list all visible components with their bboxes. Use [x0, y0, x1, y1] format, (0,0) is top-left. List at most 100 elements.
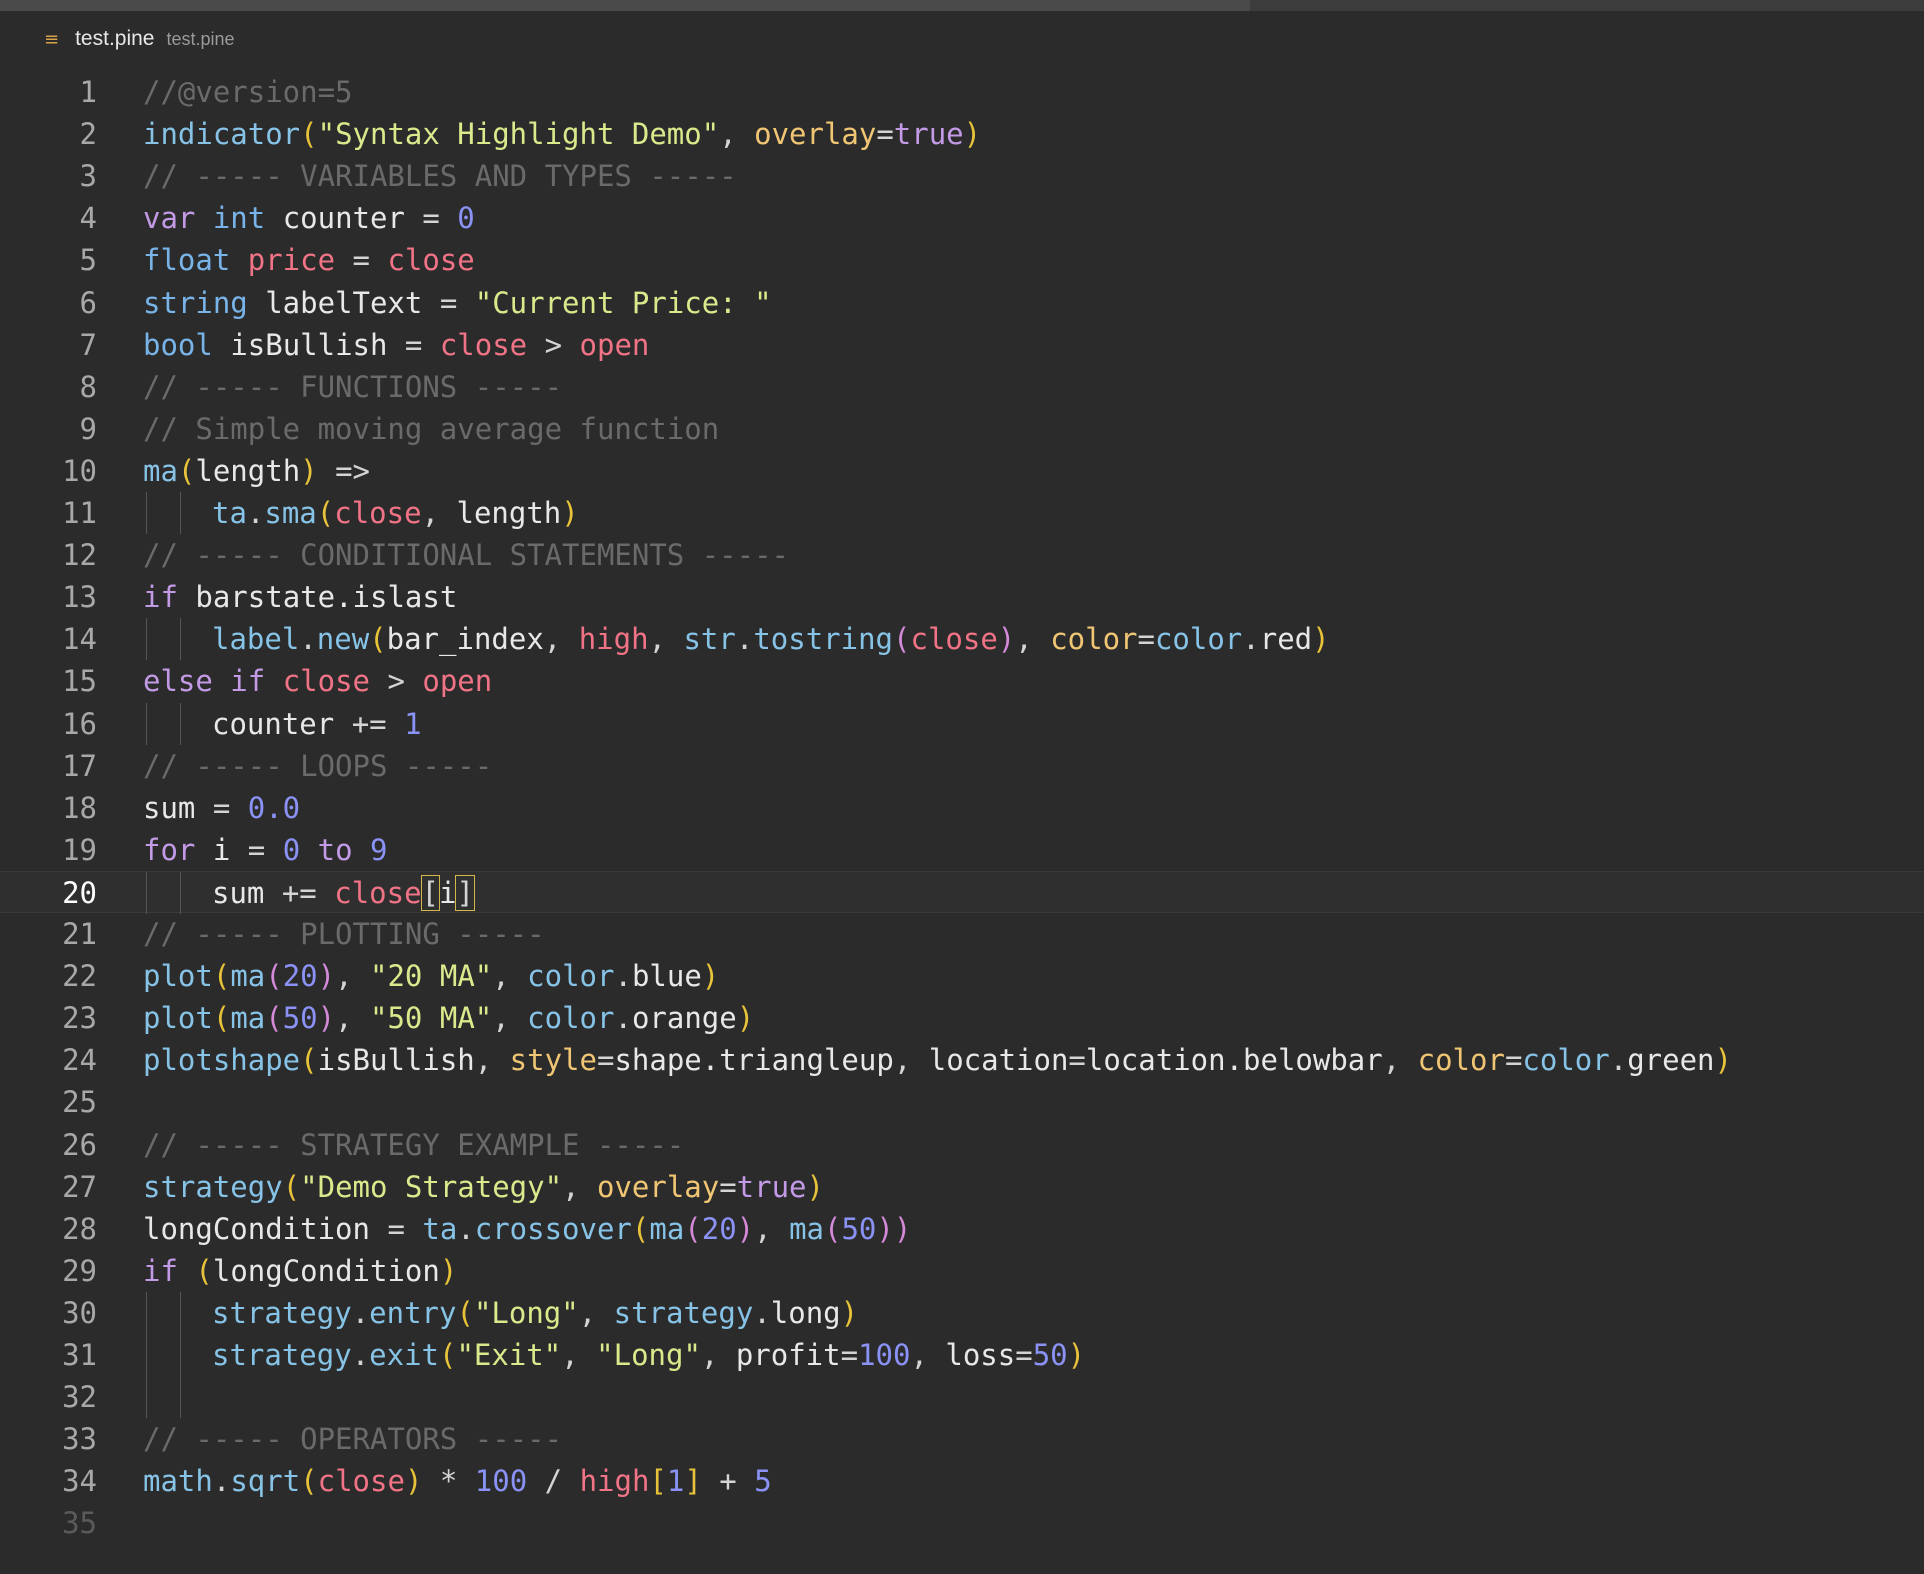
code-token: close [910, 622, 998, 657]
indent-guide [180, 618, 181, 661]
code-line[interactable]: 7 bool isBullish = close > open [0, 324, 1924, 366]
code-token: ) [840, 1295, 859, 1330]
code-line[interactable]: 31 strategy.exit("Exit", "Long", profit=1… [0, 1334, 1924, 1376]
code-token: ta [422, 1211, 458, 1246]
code-text: counter += 1 [212, 703, 422, 745]
code-line[interactable]: 21 // ----- PLOTTING ----- [0, 913, 1924, 955]
code-line[interactable]: 32 [0, 1376, 1924, 1419]
code-line[interactable]: 8 // ----- FUNCTIONS ----- [0, 366, 1924, 408]
code-text: // ----- STRATEGY EXAMPLE ----- [143, 1124, 684, 1166]
line-number: 11 [62, 496, 97, 530]
code-text: math.sqrt(close) * 100 / high[1] + 5 [143, 1460, 772, 1502]
code-token: // ----- STRATEGY EXAMPLE ----- [143, 1127, 685, 1162]
code-token: ( [456, 1295, 474, 1330]
tab-test-pine[interactable]: ≡ test.pine test.pine [0, 11, 235, 67]
code-line[interactable]: 17 // ----- LOOPS ----- [0, 745, 1924, 787]
line-number: 27 [62, 1169, 97, 1204]
code-text: plotshape(isBullish, style=shape.triangl… [143, 1039, 1732, 1081]
code-token: color [1522, 1043, 1610, 1078]
code-line[interactable]: 24 plotshape(isBullish, style=shape.trian… [0, 1039, 1924, 1081]
code-line[interactable]: 14 label.new(bar_index, high, str.tostrin… [0, 618, 1924, 661]
code-token: += [351, 706, 405, 741]
code-token: ( [300, 117, 318, 152]
code-line[interactable]: 1 //@version=5 [0, 71, 1924, 113]
indent-guide [146, 871, 147, 914]
code-line[interactable]: 12 // ----- CONDITIONAL STATEMENTS ----- [0, 534, 1924, 576]
code-token: ma [143, 453, 178, 488]
code-token: sum [212, 875, 282, 910]
code-token: ( [282, 1169, 301, 1204]
code-text: for i = 0 to 9 [143, 829, 387, 871]
code-line[interactable]: 18 sum = 0.0 [0, 787, 1924, 829]
code-token: // Simple moving average function [143, 411, 720, 446]
code-token: . [299, 622, 317, 657]
code-token: length [456, 496, 562, 530]
code-token: float [143, 243, 248, 278]
code-line[interactable]: 35 [0, 1502, 1924, 1544]
code-token: sma [264, 496, 317, 530]
line-number: 6 [79, 285, 97, 320]
code-token: 50 [1032, 1338, 1068, 1372]
code-line[interactable]: 28 longCondition = ta.crossover(ma(20), m… [0, 1208, 1924, 1250]
code-token: )) [876, 1211, 912, 1246]
code-token: . [753, 1295, 771, 1330]
code-line[interactable]: 3 // ----- VARIABLES AND TYPES ----- [0, 155, 1924, 197]
code-text: ma(length) => [143, 450, 370, 492]
code-line[interactable]: 26 // ----- STRATEGY EXAMPLE ----- [0, 1124, 1924, 1166]
code-line[interactable]: 25 [0, 1081, 1924, 1123]
code-token: longCondition [212, 1253, 440, 1288]
code-token: / [544, 1464, 580, 1499]
code-token: string [143, 285, 266, 320]
code-token: green [1627, 1043, 1715, 1078]
code-token: * [422, 1464, 475, 1499]
code-text: plot(ma(20), "20 MA", color.blue) [143, 955, 719, 997]
code-line[interactable]: 5 float price = close [0, 239, 1924, 281]
code-line[interactable]: 29 if (longCondition) [0, 1250, 1924, 1292]
code-line[interactable]: 16 counter += 1 [0, 702, 1924, 745]
code-token: . [614, 1001, 632, 1036]
code-editor[interactable]: 1//@version=5 2 indicator("Syntax Highligh… [0, 71, 1924, 1574]
code-token: "Long" [473, 1295, 579, 1330]
code-text: ta.sma(close, length) [212, 492, 579, 534]
code-token: math [143, 1464, 213, 1499]
code-text: // ----- FUNCTIONS ----- [143, 366, 562, 408]
code-line[interactable]: 23 plot(ma(50), "50 MA", color.orange) [0, 997, 1924, 1039]
code-text: var int counter = 0 [143, 197, 475, 239]
code-line[interactable]: 20 sum += close[i] [0, 870, 1924, 914]
scroll-indicator[interactable] [0, 0, 1250, 11]
code-token: ( [893, 622, 911, 657]
code-token: long [770, 1295, 841, 1330]
code-token: . [457, 1211, 475, 1246]
code-token: sum [143, 790, 213, 825]
code-line[interactable]: 34 math.sqrt(close) * 100 / high[1] + 5 [0, 1460, 1924, 1502]
code-line[interactable]: 6 string labelText = "Current Price: " [0, 282, 1924, 324]
code-token: ) [439, 1253, 458, 1288]
code-line[interactable]: 19 for i = 0 to 9 [0, 829, 1924, 871]
code-token: , [474, 1043, 510, 1078]
code-token: strategy [212, 1295, 352, 1330]
indent-guide [180, 1291, 181, 1334]
code-token: ) [997, 622, 1016, 657]
code-line[interactable]: 15 else if close > open [0, 660, 1924, 702]
code-token: , [562, 1169, 597, 1204]
code-line[interactable]: 2 indicator("Syntax Highlight Demo", over… [0, 113, 1924, 155]
code-line[interactable]: 13 if barstate.islast [0, 576, 1924, 618]
code-line[interactable]: 10 ma(length) => [0, 450, 1924, 492]
code-token: ] [455, 874, 475, 911]
line-number: 28 [62, 1211, 97, 1246]
code-line[interactable]: 9 // Simple moving average function [0, 408, 1924, 450]
code-token: labelText [265, 285, 440, 320]
code-token: , [700, 1338, 736, 1372]
code-token: , [561, 1338, 597, 1372]
code-line[interactable]: 27 strategy("Demo Strategy", overlay=true… [0, 1166, 1924, 1208]
code-token: bar_index [386, 622, 544, 657]
code-line[interactable]: 22 plot(ma(20), "20 MA", color.blue) [0, 955, 1924, 997]
code-line[interactable]: 4 var int counter = 0 [0, 197, 1924, 239]
code-line[interactable]: 11 ta.sma(close, length) [0, 492, 1924, 534]
code-line[interactable]: 30 strategy.entry("Long", strategy.long) [0, 1291, 1924, 1334]
code-token: += [281, 875, 335, 910]
code-token: . [351, 1338, 370, 1372]
code-token: ta [212, 496, 247, 530]
code-token: ( [265, 959, 283, 994]
code-line[interactable]: 33 // ----- OPERATORS ----- [0, 1418, 1924, 1460]
